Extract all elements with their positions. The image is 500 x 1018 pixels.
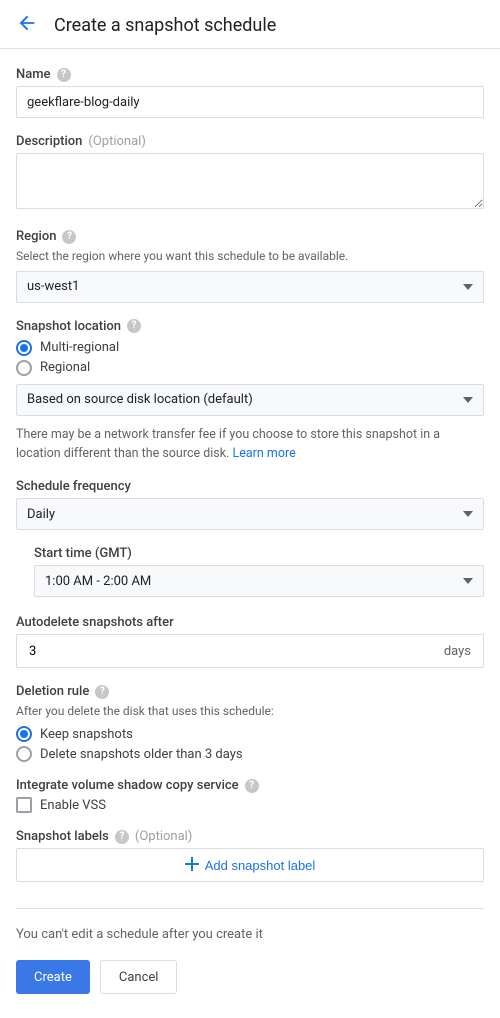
region-field: Region ? Select the region where you wan… [16,229,484,303]
start-time-value: 1:00 AM - 2:00 AM [45,574,151,589]
frequency-select[interactable]: Daily [16,498,484,530]
optional-text: (Optional) [135,829,192,844]
radio-multi-regional[interactable]: Multi-regional [16,340,484,356]
help-icon[interactable]: ? [127,319,141,333]
help-icon[interactable]: ? [245,779,259,793]
action-row: Create Cancel [16,960,484,994]
page-title: Create a snapshot schedule [54,15,276,36]
location-basis-select[interactable]: Based on source disk location (default) [16,384,484,416]
autodelete-input-wrap: days [16,634,484,668]
edit-warning: You can't edit a schedule after you crea… [16,927,484,942]
page-header: Create a snapshot schedule [0,0,500,49]
learn-more-link[interactable]: Learn more [233,446,296,461]
radio-regional[interactable]: Regional [16,360,484,376]
help-icon[interactable]: ? [95,685,109,699]
plus-icon [185,857,199,874]
description-label: Description [16,134,82,149]
help-icon[interactable]: ? [57,68,71,82]
chevron-down-icon [463,397,473,403]
name-input[interactable] [16,86,484,118]
deletion-rule-label: Deletion rule [16,684,89,699]
vss-checkbox-row[interactable]: Enable VSS [16,797,484,813]
description-field: Description (Optional) [16,134,484,213]
autodelete-field: Autodelete snapshots after days [16,615,484,668]
region-select[interactable]: us-west1 [16,271,484,303]
checkbox-icon [16,797,32,813]
snapshot-location-label: Snapshot location [16,319,121,334]
create-button[interactable]: Create [16,960,90,994]
snapshot-labels-label: Snapshot labels [16,829,109,844]
frequency-field: Schedule frequency Daily [16,479,484,530]
autodelete-input[interactable] [29,635,444,667]
description-input[interactable] [16,153,484,209]
chevron-down-icon [463,578,473,584]
deletion-rule-field: Deletion rule ? After you delete the dis… [16,684,484,762]
optional-text: (Optional) [88,134,145,149]
help-icon[interactable]: ? [115,830,129,844]
region-label: Region [16,229,56,244]
chevron-down-icon [463,284,473,290]
start-time-field: Start time (GMT) 1:00 AM - 2:00 AM [16,546,484,597]
start-time-select[interactable]: 1:00 AM - 2:00 AM [34,565,484,597]
location-info: There may be a network transfer fee if y… [16,426,484,464]
radio-delete-older[interactable]: Delete snapshots older than 3 days [16,746,484,762]
add-snapshot-label-button[interactable]: Add snapshot label [16,848,484,882]
back-arrow-icon[interactable] [16,12,38,38]
snapshot-location-field: Snapshot location ? Multi-regional Regio… [16,319,484,464]
start-time-label: Start time (GMT) [34,546,132,561]
deletion-rule-hint: After you delete the disk that uses this… [16,703,484,720]
divider [16,908,484,909]
snapshot-labels-field: Snapshot labels ? (Optional) Add snapsho… [16,829,484,882]
region-value: us-west1 [27,279,79,294]
vss-field: Integrate volume shadow copy service ? E… [16,778,484,813]
name-field: Name ? [16,67,484,118]
vss-label: Integrate volume shadow copy service [16,778,239,793]
radio-keep-snapshots[interactable]: Keep snapshots [16,726,484,742]
chevron-down-icon [463,511,473,517]
cancel-button[interactable]: Cancel [100,960,178,994]
location-basis-value: Based on source disk location (default) [27,392,253,407]
frequency-value: Daily [27,507,55,522]
region-hint: Select the region where you want this sc… [16,248,484,265]
form: Name ? Description (Optional) Region ? S… [0,49,500,1018]
name-label: Name [16,67,51,82]
autodelete-label: Autodelete snapshots after [16,615,174,630]
autodelete-unit: days [444,644,471,659]
frequency-label: Schedule frequency [16,479,131,494]
help-icon[interactable]: ? [62,230,76,244]
